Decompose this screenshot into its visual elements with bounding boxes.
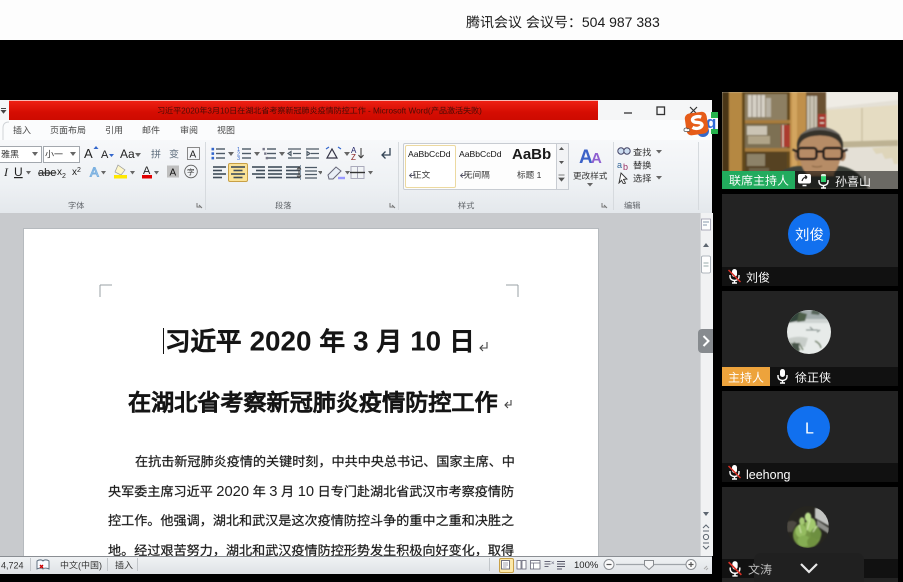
svg-text:2: 2 [62,173,66,180]
svg-text:Aa: Aa [120,147,135,161]
svg-text:A: A [591,150,602,166]
svg-text:2020: 2020 [216,484,249,500]
svg-text:abe: abe [38,167,56,179]
svg-text:10: 10 [298,484,314,500]
svg-text:AaBbCcDd: AaBbCcDd [408,149,451,159]
svg-text:leehong: leehong [746,468,791,482]
svg-text:U: U [14,165,23,179]
svg-text:): ) [99,560,102,570]
svg-text:I: I [3,165,9,179]
svg-text:Microsoft: Microsoft [373,107,407,116]
svg-text:a: a [617,160,622,170]
svg-text:987: 987 [609,14,633,30]
svg-text:): ) [479,107,482,116]
svg-text:AaBbCcDd: AaBbCcDd [459,149,502,159]
svg-text:3: 3 [237,156,240,161]
svg-text:10: 10 [220,107,230,116]
svg-text:3: 3 [353,325,368,356]
svg-text:4,724: 4,724 [1,560,24,570]
svg-text:-: - [368,107,371,116]
svg-text:2020: 2020 [250,325,312,356]
svg-text:1: 1 [537,170,542,180]
svg-text:10: 10 [410,325,441,356]
svg-text:AaBb: AaBb [512,146,551,162]
svg-text:A: A [190,150,197,161]
svg-text:Z: Z [351,153,356,161]
svg-text:2: 2 [77,167,81,174]
svg-text:3: 3 [207,107,212,116]
svg-text:3: 3 [269,484,277,500]
svg-text:A: A [170,168,177,179]
svg-text:383: 383 [636,14,660,30]
svg-text:L: L [805,421,814,438]
svg-text:Word(: Word( [408,107,430,116]
svg-text:b: b [623,162,628,171]
svg-text:2020: 2020 [181,107,200,116]
svg-text:A: A [101,149,109,161]
svg-text:(: ( [78,560,81,570]
svg-text:100%: 100% [574,560,599,571]
svg-text:A: A [90,165,99,180]
svg-text:504: 504 [582,14,606,30]
svg-text:A: A [84,146,93,161]
